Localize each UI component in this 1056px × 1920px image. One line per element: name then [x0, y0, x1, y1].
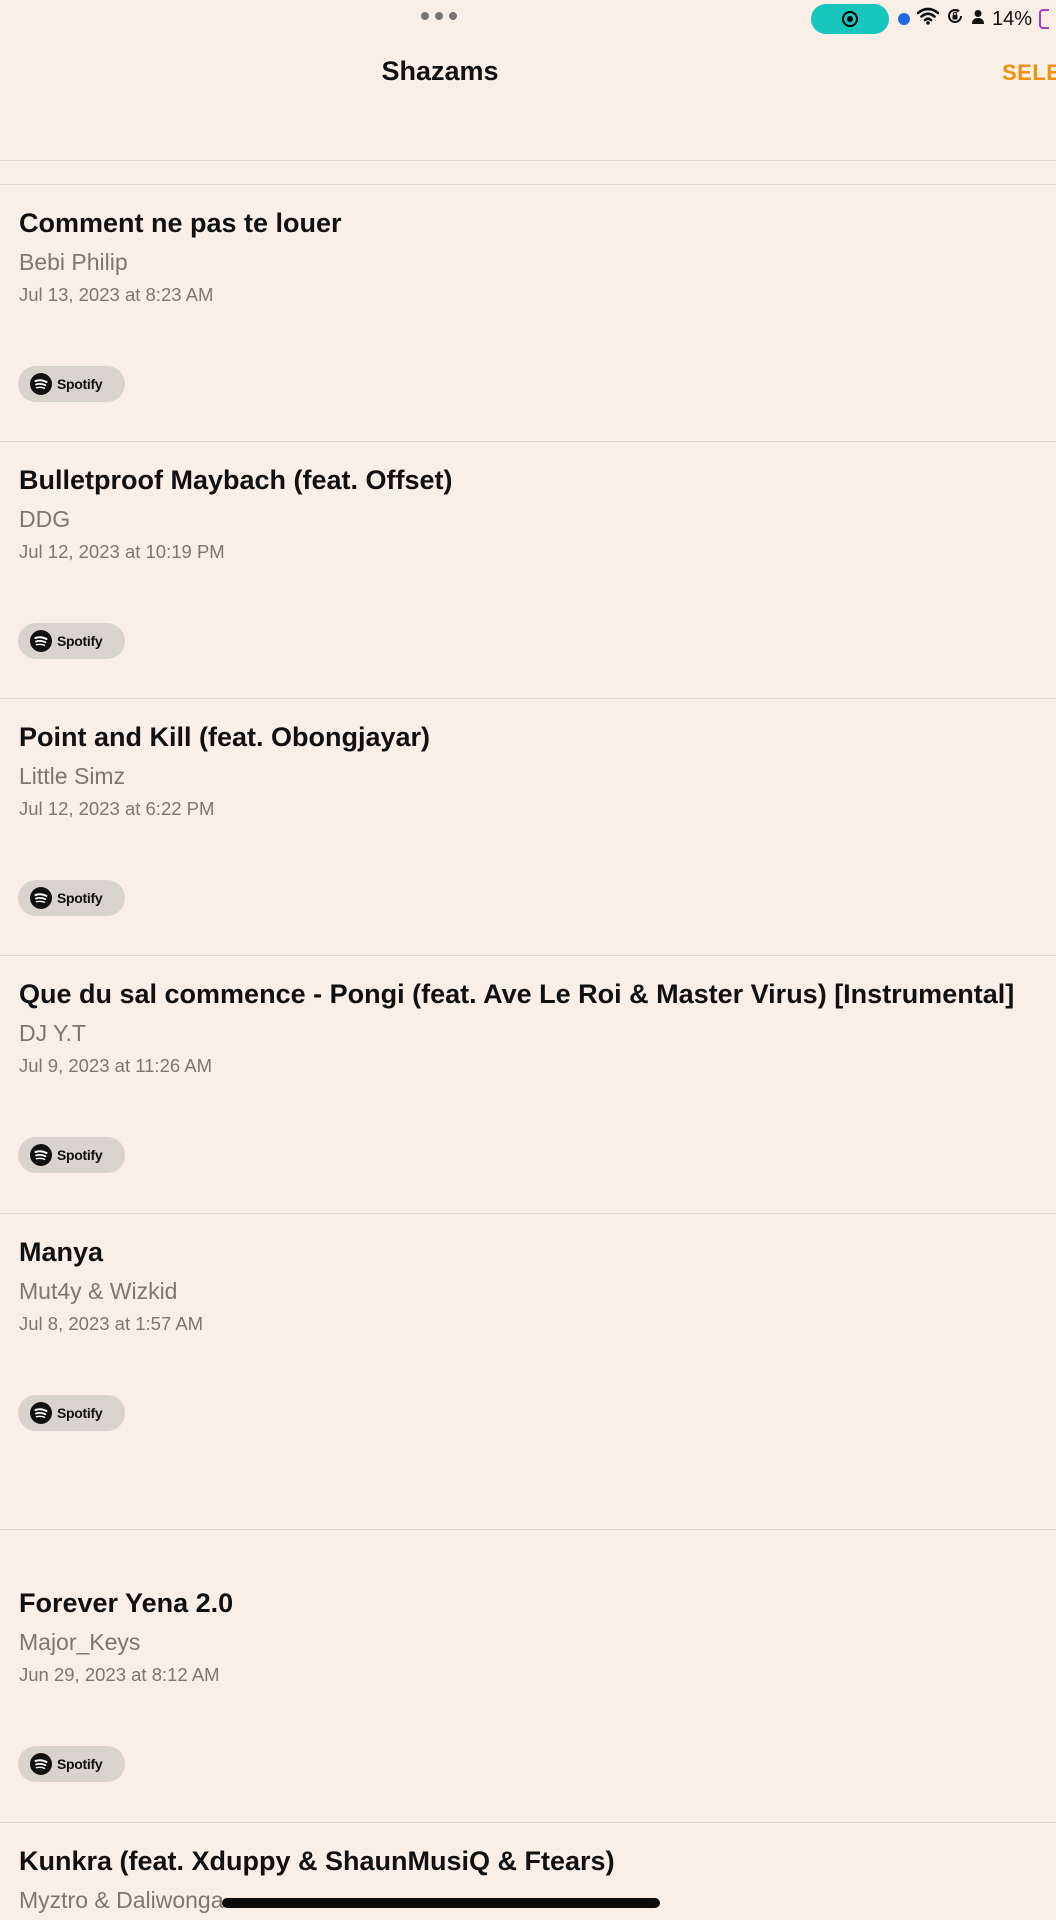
spotify-label: Spotify: [57, 1405, 103, 1421]
song-title: Kunkra (feat. Xduppy & ShaunMusiQ & Ftea…: [19, 1846, 615, 1876]
spotify-icon: [30, 887, 52, 909]
spotify-label: Spotify: [57, 633, 103, 649]
song-artist: DDG: [19, 506, 71, 532]
status-icons: 14%: [898, 6, 1050, 32]
list-item[interactable]: Bulletproof Maybach (feat. Offset) DDG J…: [0, 441, 1056, 699]
spotify-label: Spotify: [57, 890, 103, 906]
spotify-button[interactable]: Spotify: [18, 1137, 125, 1173]
list-item[interactable]: Manya Mut4y & Wizkid Jul 8, 2023 at 1:57…: [0, 1213, 1056, 1471]
spotify-button[interactable]: Spotify: [18, 880, 125, 916]
rotation-lock-icon: [946, 7, 964, 31]
song-artist: Bebi Philip: [19, 249, 128, 275]
battery-icon: [1039, 9, 1050, 29]
song-artist: DJ Y.T: [19, 1020, 86, 1046]
spotify-icon: [30, 1402, 52, 1424]
list-item[interactable]: Que du sal commence - Pongi (feat. Ave L…: [0, 955, 1056, 1213]
spotify-button[interactable]: Spotify: [18, 623, 125, 659]
wifi-icon: [916, 7, 940, 31]
song-artist: Myztro & Daliwonga: [19, 1887, 224, 1913]
song-artist: Mut4y & Wizkid: [19, 1278, 178, 1304]
shazam-date: Jul 8, 2023 at 1:57 AM: [19, 1313, 204, 1334]
page-title: Shazams: [381, 56, 499, 86]
list-item[interactable]: Forever Yena 2.0 Major_Keys Jun 29, 2023…: [0, 1564, 1056, 1822]
shazam-date: Jun 29, 2023 at 8:12 AM: [19, 1664, 220, 1685]
multitask-dots-icon[interactable]: [421, 12, 457, 20]
spotify-icon: [30, 1144, 52, 1166]
song-title: Que du sal commence - Pongi (feat. Ave L…: [19, 979, 1015, 1009]
screen-record-icon[interactable]: [811, 4, 889, 34]
shazam-date: Jul 12, 2023 at 6:22 PM: [19, 798, 215, 819]
song-title: Comment ne pas te louer: [19, 208, 342, 238]
song-title: Forever Yena 2.0: [19, 1588, 234, 1618]
list-item[interactable]: Point and Kill (feat. Obongjayar) Little…: [0, 698, 1056, 956]
location-dot-icon: [898, 13, 910, 25]
home-indicator[interactable]: [222, 1898, 660, 1908]
spotify-icon: [30, 373, 52, 395]
person-icon: [971, 8, 985, 31]
spotify-label: Spotify: [57, 1756, 103, 1772]
battery-percent: 14%: [992, 7, 1033, 30]
list-item[interactable]: Comment ne pas te louer Bebi Philip Jul …: [0, 184, 1056, 442]
song-artist: Little Simz: [19, 763, 126, 789]
shazam-date: Jul 13, 2023 at 8:23 AM: [19, 284, 214, 305]
song-title: Bulletproof Maybach (feat. Offset): [19, 465, 453, 495]
spotify-button[interactable]: Spotify: [18, 1395, 125, 1431]
nav-divider: [0, 160, 1056, 161]
spotify-icon: [30, 630, 52, 652]
status-bar: 14%: [0, 0, 1056, 40]
shazam-date: Jul 12, 2023 at 10:19 PM: [19, 541, 225, 562]
divider: [0, 1529, 1056, 1530]
spotify-button[interactable]: Spotify: [18, 366, 125, 402]
spotify-label: Spotify: [57, 376, 103, 392]
spotify-label: Spotify: [57, 1147, 103, 1163]
song-title: Point and Kill (feat. Obongjayar): [19, 722, 431, 752]
song-title: Manya: [19, 1237, 104, 1267]
spotify-icon: [30, 1753, 52, 1775]
select-button[interactable]: SELE: [1002, 60, 1056, 86]
song-artist: Major_Keys: [19, 1629, 141, 1655]
spotify-button[interactable]: Spotify: [18, 1746, 125, 1782]
shazam-date: Jul 9, 2023 at 11:26 AM: [19, 1055, 213, 1076]
